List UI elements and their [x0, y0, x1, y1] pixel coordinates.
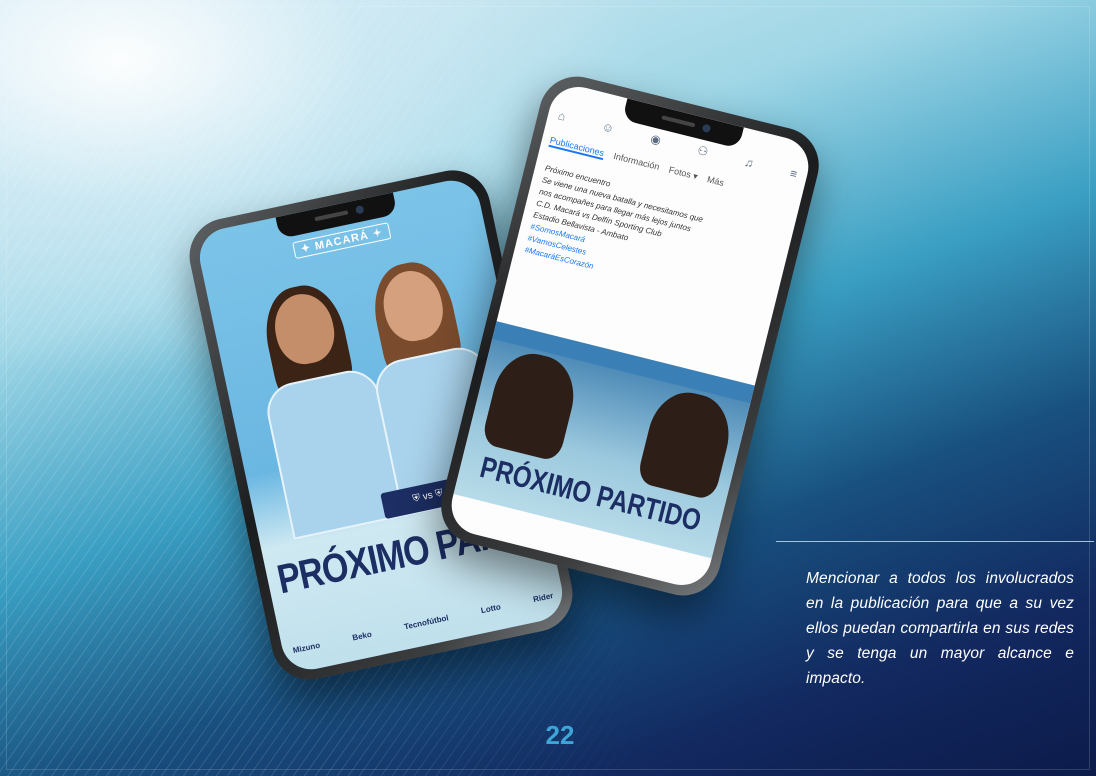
- friends-icon[interactable]: ☺: [600, 119, 615, 136]
- page-number: 22: [545, 720, 575, 750]
- tab-fotos[interactable]: Fotos ▾: [667, 165, 699, 184]
- caption-text: Mencionar a todos los involucrados en la…: [806, 570, 1074, 687]
- tab-publicaciones[interactable]: Publicaciones: [548, 134, 606, 161]
- player-photo: [635, 384, 738, 502]
- tab-mas[interactable]: Más: [706, 174, 725, 190]
- home-icon[interactable]: ⌂: [557, 108, 567, 123]
- groups-icon[interactable]: ⚇: [696, 143, 710, 159]
- page: ✦ MACARÁ ✦ ⛨ vs ⛨ PRÓXIMO PART Mizuno Be…: [0, 0, 1096, 776]
- tab-informacion[interactable]: Información: [612, 151, 660, 174]
- post-image[interactable]: PRÓXIMO PARTIDO: [453, 321, 755, 559]
- sponsor-logo: Beko: [351, 629, 373, 643]
- profile-icon[interactable]: ◉: [649, 131, 663, 147]
- sponsor-logo: Tecnofútbol: [403, 613, 450, 632]
- sponsor-logo: Mizuno: [292, 640, 321, 656]
- sponsor-logo: Lotto: [480, 602, 502, 616]
- sponsor-logo: Rider: [532, 591, 555, 605]
- menu-icon[interactable]: ≡: [789, 166, 799, 181]
- caption-divider: [776, 541, 1094, 542]
- notifications-icon[interactable]: ♫: [743, 155, 755, 171]
- player-photo: [480, 346, 583, 463]
